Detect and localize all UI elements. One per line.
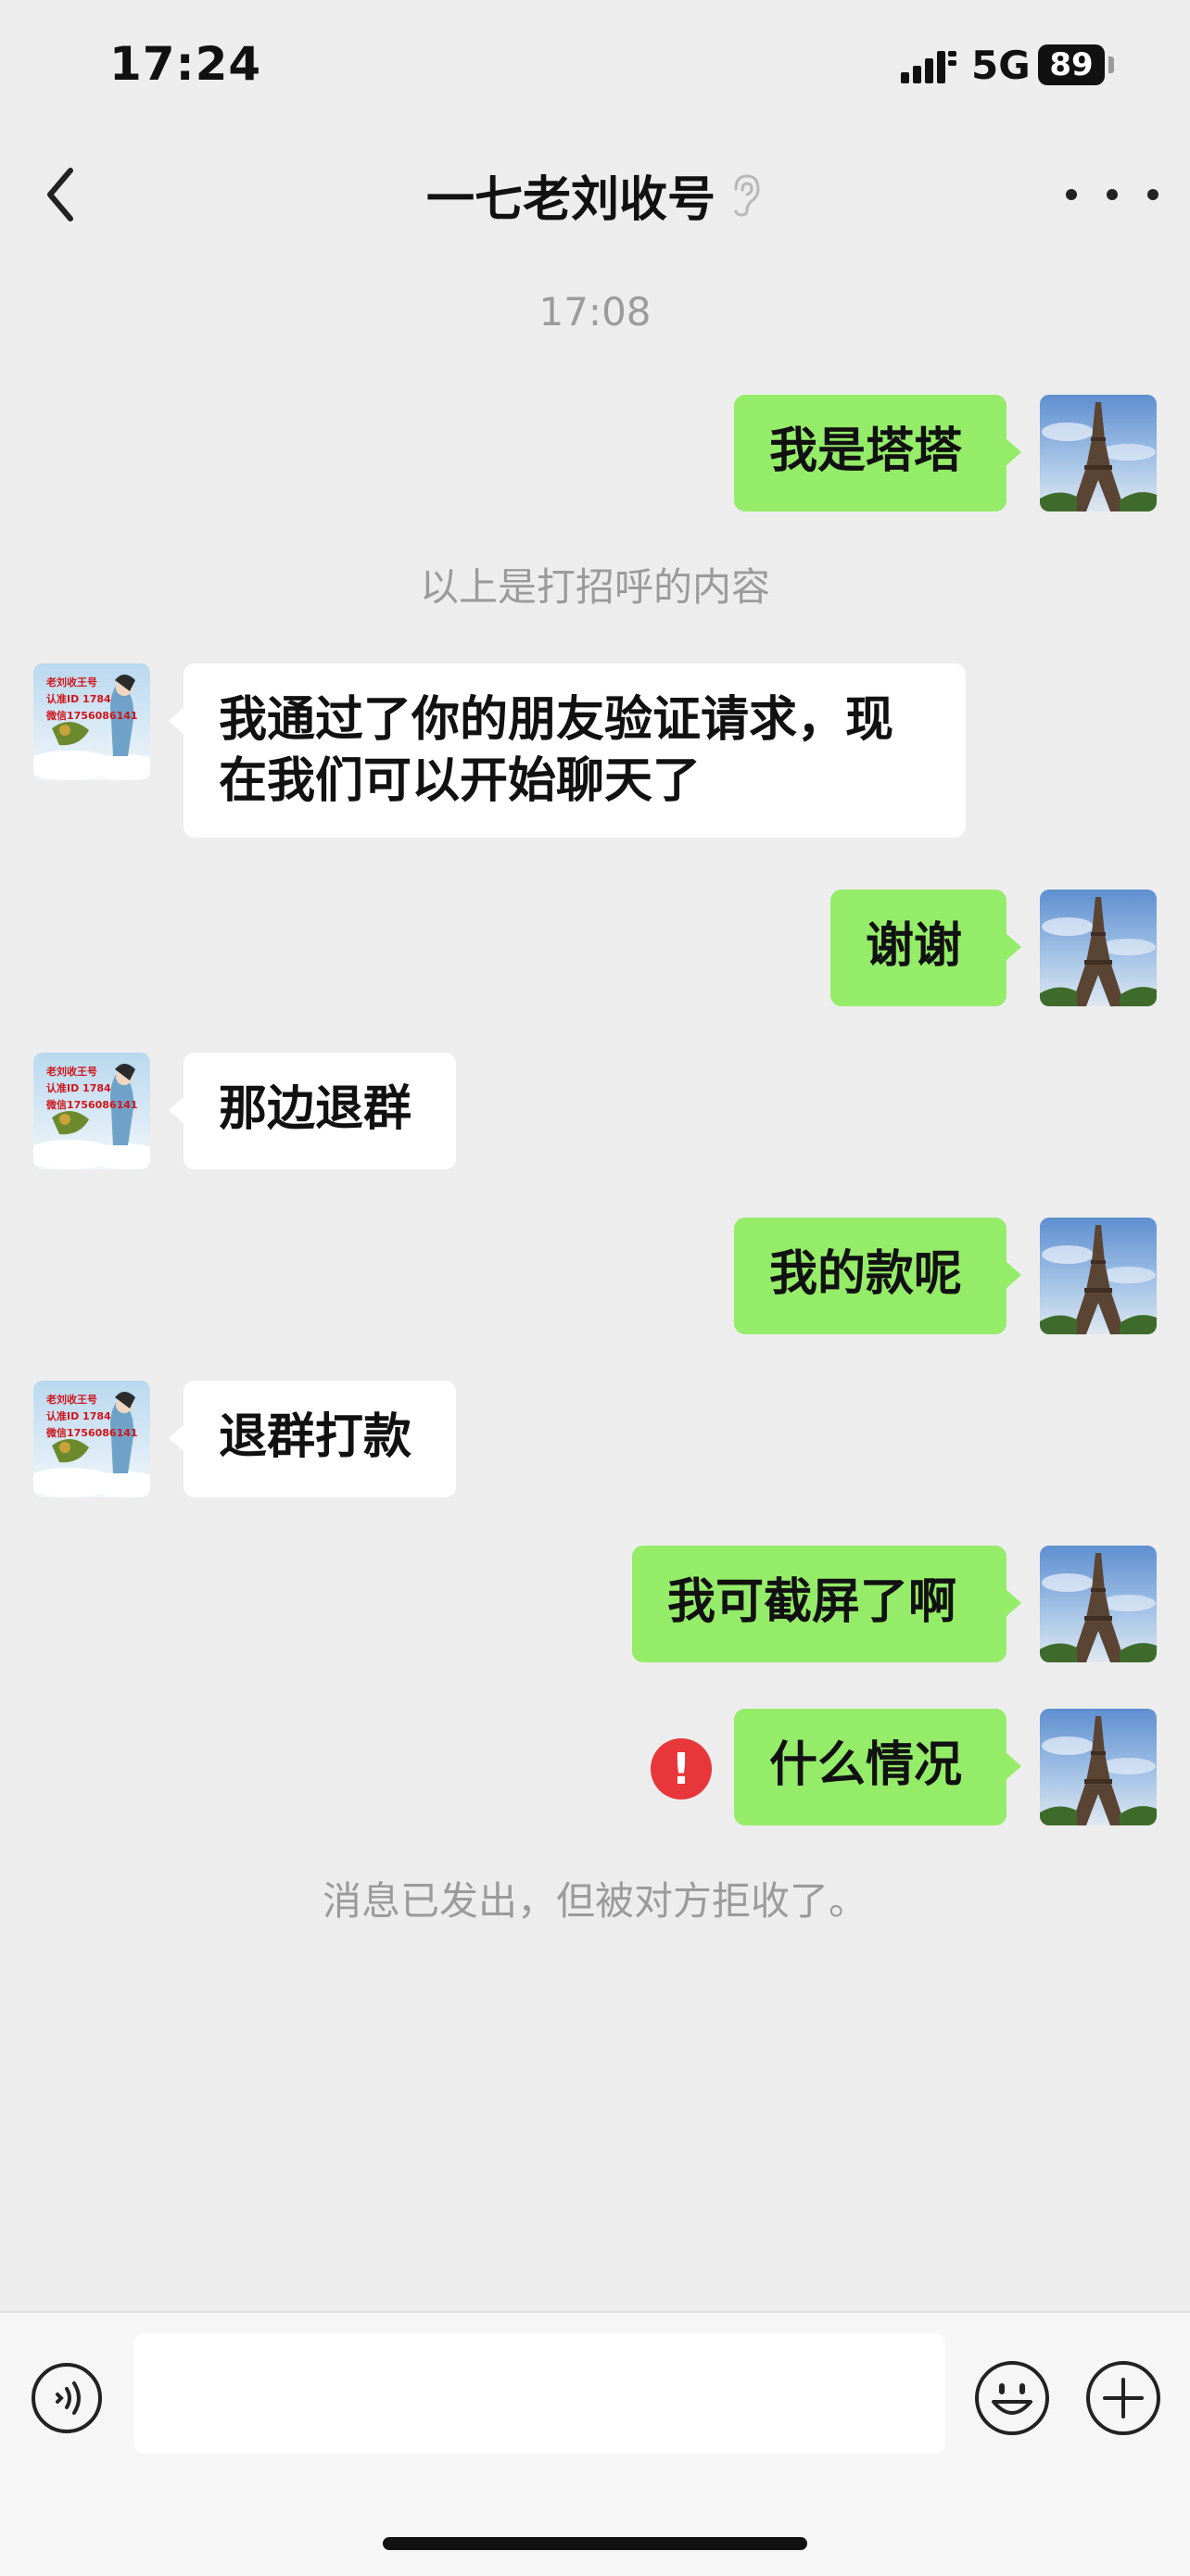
my-avatar[interactable]: [1040, 1218, 1157, 1334]
sent-message-bubble[interactable]: 我的款呢: [734, 1218, 1021, 1334]
battery-tip: [1108, 57, 1114, 73]
status-time: 17:24: [109, 37, 262, 91]
message-input[interactable]: [133, 2333, 945, 2454]
plus-icon[interactable]: [1084, 2359, 1162, 2437]
message-text: 退群打款: [219, 1409, 412, 1465]
sent-message-bubble[interactable]: 我是塔塔: [734, 395, 1021, 511]
received-message-bubble[interactable]: 退群打款: [169, 1381, 456, 1497]
received-message-bubble[interactable]: 那边退群: [169, 1053, 456, 1169]
contact-avatar[interactable]: 老刘收王号 认准ID 1784 微信1756086141: [33, 1381, 150, 1497]
more-dot: [1147, 189, 1158, 200]
more-dot: [1066, 189, 1077, 200]
message-text: 谢谢: [866, 918, 963, 974]
title-wrap: 一七老刘收号: [0, 139, 1190, 250]
chat-title: 一七老刘收号: [425, 171, 715, 228]
message-text: 那边退群: [219, 1081, 412, 1137]
my-avatar[interactable]: [1040, 1709, 1157, 1825]
avatar-text-line: 老刘收王号: [45, 676, 97, 688]
network-type: 5G: [971, 43, 1031, 88]
voice-icon[interactable]: [30, 2361, 104, 2435]
battery-indicator: 89: [1038, 44, 1105, 85]
sent-message-bubble[interactable]: 我可截屏了啊: [632, 1546, 1021, 1662]
message-text-line: 我通过了你的朋友验证请求，现: [219, 692, 894, 748]
avatar-text-line: 认准ID 1784: [46, 1409, 111, 1422]
chat-timestamp: 17:08: [538, 289, 652, 335]
more-dot: [1107, 189, 1118, 200]
send-failed-icon[interactable]: !: [651, 1738, 712, 1799]
received-message-bubble[interactable]: 我通过了你的朋友验证请求，现 在我们可以开始聊天了: [169, 663, 966, 838]
emoji-icon[interactable]: [973, 2359, 1051, 2437]
avatar-text-line: 微信1756086141: [45, 1098, 138, 1111]
my-avatar[interactable]: [1040, 395, 1157, 511]
message-text-line: 在我们可以开始聊天了: [219, 753, 702, 809]
greeting-notice: 以上是打招呼的内容: [419, 564, 770, 610]
avatar-text-line: 认准ID 1784: [46, 1081, 111, 1094]
sent-message-bubble[interactable]: 谢谢: [830, 890, 1021, 1006]
message-text: 我的款呢: [769, 1246, 963, 1302]
message-text: 我是塔塔: [769, 423, 963, 479]
avatar-text-line: 微信1756086141: [45, 1426, 138, 1439]
status-bar: 17:24 5G 89: [0, 0, 1190, 139]
avatar-text-line: 老刘收王号: [45, 1393, 97, 1406]
avatar-text-line: 老刘收王号: [45, 1065, 97, 1078]
contact-avatar[interactable]: 老刘收王号 认准ID 1784 微信1756086141: [33, 1053, 150, 1169]
avatar-text-line: 认准ID 1784: [46, 692, 111, 705]
contact-avatar[interactable]: 老刘收王号 认准ID 1784 微信1756086141: [33, 663, 150, 780]
avatar-text-line: 微信1756086141: [45, 709, 138, 722]
sent-message-bubble[interactable]: 什么情况: [734, 1709, 1021, 1825]
message-text: 我可截屏了啊: [667, 1574, 957, 1630]
chat-header: 一七老刘收号: [0, 139, 1190, 250]
more-dots-icon[interactable]: [1066, 174, 1158, 215]
home-indicator: [383, 2537, 807, 2550]
my-avatar[interactable]: [1040, 890, 1157, 1006]
rejected-notice: 消息已发出，但被对方拒收了。: [322, 1878, 867, 1924]
my-avatar[interactable]: [1040, 1546, 1157, 1662]
ear-icon: [734, 174, 760, 217]
cellular-signal-icon: [901, 51, 956, 83]
message-text: 什么情况: [769, 1737, 963, 1793]
